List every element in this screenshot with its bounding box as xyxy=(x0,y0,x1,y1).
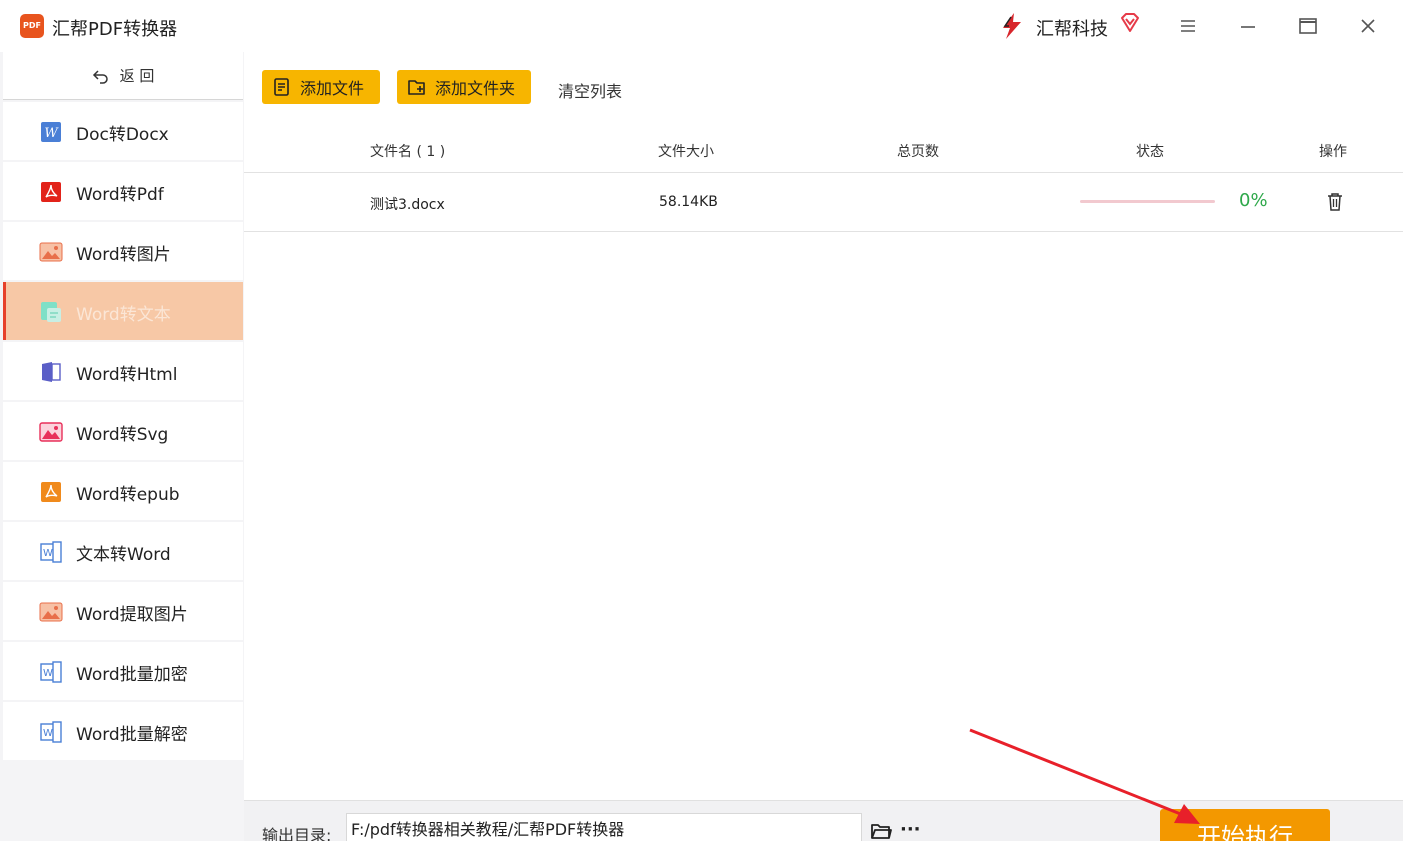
back-arrow-icon xyxy=(92,69,108,84)
add-file-icon xyxy=(274,78,289,96)
more-options-button[interactable]: ··· xyxy=(900,819,921,840)
sidebar-item-label: Word批量解密 xyxy=(76,725,188,745)
add-folder-icon xyxy=(408,80,425,95)
sidebar-item-label: Word转Pdf xyxy=(76,185,164,205)
back-label: 返 回 xyxy=(119,67,155,85)
sidebar-item-word-to-html[interactable]: Word转Html xyxy=(3,342,243,400)
svg-text:W: W xyxy=(43,548,53,559)
sidebar-item-label: Word转图片 xyxy=(76,245,171,265)
file-size-cell: 58.14KB xyxy=(659,194,718,210)
sidebar-item-label: Word提取图片 xyxy=(76,605,188,625)
svg-text:W: W xyxy=(44,126,59,141)
pdf-icon xyxy=(41,182,61,202)
conversion-list: W Doc转Docx Word转Pdf Word转图片 Word转文本 Word… xyxy=(3,102,243,762)
file-name-cell: 测试3.docx xyxy=(370,197,445,213)
file-table-header: 文件名 ( 1 ) 文件大小 总页数 状态 操作 xyxy=(244,128,1403,173)
sidebar-item-word-to-svg[interactable]: Word转Svg xyxy=(3,402,243,460)
word-doc-icon: W xyxy=(40,541,62,563)
maximize-icon[interactable] xyxy=(1296,14,1320,38)
epub-icon xyxy=(41,482,61,502)
column-action: 操作 xyxy=(1319,144,1347,160)
brand-logo-icon xyxy=(1003,13,1021,39)
open-folder-icon[interactable] xyxy=(870,821,892,841)
word-doc-icon: W xyxy=(40,721,62,743)
back-button[interactable]: 返 回 xyxy=(3,52,243,100)
sidebar-item-word-to-text[interactable]: Word转文本 xyxy=(3,282,243,340)
output-dir-field[interactable]: F:/pdf转换器相关教程/汇帮PDF转换器 xyxy=(346,813,862,841)
sidebar-item-word-batch-encrypt[interactable]: W Word批量加密 xyxy=(3,642,243,700)
add-folder-label: 添加文件夹 xyxy=(435,79,516,98)
svg-text:W: W xyxy=(43,728,53,739)
text-icon xyxy=(41,302,61,322)
add-file-label: 添加文件 xyxy=(300,79,365,98)
column-file-size: 文件大小 xyxy=(658,144,714,160)
add-file-button[interactable]: 添加文件 xyxy=(262,70,380,104)
svg-image-icon xyxy=(39,422,63,442)
sidebar-item-text-to-word[interactable]: W 文本转Word xyxy=(3,522,243,580)
word-w-icon: W xyxy=(41,122,61,142)
add-folder-button[interactable]: 添加文件夹 xyxy=(397,70,531,104)
sidebar-item-doc-to-docx[interactable]: W Doc转Docx xyxy=(3,102,243,160)
sidebar-item-label: Doc转Docx xyxy=(76,125,169,145)
sidebar-item-label: Word转Svg xyxy=(76,425,169,445)
sidebar-item-word-extract-images[interactable]: Word提取图片 xyxy=(3,582,243,640)
sidebar-item-word-to-epub[interactable]: Word转epub xyxy=(3,462,243,520)
column-file-name: 文件名 ( 1 ) xyxy=(370,144,446,160)
image-icon xyxy=(39,242,63,262)
sidebar-item-label: 文本转Word xyxy=(76,545,171,565)
sidebar-item-word-batch-decrypt[interactable]: W Word批量解密 xyxy=(3,702,243,760)
sidebar-item-word-to-image[interactable]: Word转图片 xyxy=(3,222,243,280)
table-row[interactable]: 测试3.docx 58.14KB 0% xyxy=(244,173,1403,232)
annotation-arrow-icon xyxy=(969,728,1200,824)
minimize-icon[interactable] xyxy=(1236,14,1260,38)
bottom-bar: 输出目录: F:/pdf转换器相关教程/汇帮PDF转换器 ··· 开始执行 xyxy=(244,800,1403,841)
image-icon xyxy=(39,602,63,622)
app-logo-icon: PDF xyxy=(20,14,44,38)
close-icon[interactable] xyxy=(1356,14,1380,38)
sidebar-item-label: Word批量加密 xyxy=(76,665,188,685)
html-icon xyxy=(42,362,61,382)
conversion-progress-bar xyxy=(1080,200,1215,203)
column-status: 状态 xyxy=(1136,144,1164,160)
app-window: PDF 汇帮PDF转换器 汇帮科技 返 回 W Doc转Docx Word转Pd… xyxy=(0,0,1403,841)
sidebar-item-label: Word转epub xyxy=(76,485,180,505)
vip-diamond-icon[interactable] xyxy=(1119,12,1141,34)
svg-text:W: W xyxy=(43,668,53,679)
sidebar: 返 回 W Doc转Docx Word转Pdf Word转图片 Word转文本 … xyxy=(3,52,243,841)
sidebar-item-word-to-pdf[interactable]: Word转Pdf xyxy=(3,162,243,220)
brand-name: 汇帮科技 xyxy=(1036,19,1108,40)
title-bar: PDF 汇帮PDF转换器 汇帮科技 xyxy=(0,0,1403,52)
progress-percent: 0% xyxy=(1239,190,1268,211)
column-total-pages: 总页数 xyxy=(897,144,939,160)
app-title: 汇帮PDF转换器 xyxy=(52,19,178,40)
trash-icon[interactable] xyxy=(1326,192,1344,212)
output-dir-label: 输出目录: xyxy=(262,826,332,841)
clear-list-button[interactable]: 清空列表 xyxy=(558,78,622,102)
word-doc-icon: W xyxy=(40,661,62,683)
sidebar-item-label: Word转文本 xyxy=(76,305,171,325)
sidebar-item-label: Word转Html xyxy=(76,365,178,385)
menu-icon[interactable] xyxy=(1176,14,1200,38)
main-panel: 添加文件 添加文件夹 清空列表 文件名 ( 1 ) 文件大小 总页数 状态 操作… xyxy=(244,52,1403,841)
